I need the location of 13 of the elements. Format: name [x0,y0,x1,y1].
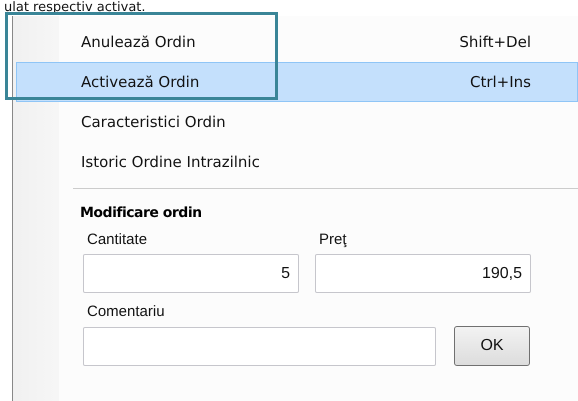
quantity-field[interactable]: 5 [83,254,299,293]
menu-item[interactable]: Anulează Ordin Shift+Del [16,22,578,62]
comment-field[interactable] [83,326,436,366]
group-title: Modificare ordin [79,205,203,221]
caption-text: ulat respectiv activat. [3,0,147,16]
field-label: Preţ [318,231,348,248]
field-label: Comentariu [86,303,166,320]
menu-item[interactable]: Caracteristici Ordin [16,102,578,142]
menu-item[interactable]: Activează Ordin Ctrl+Ins [16,62,578,102]
menu-item[interactable]: Istoric Ordine Intrazilnic [16,142,578,182]
price-field[interactable]: 190,5 [315,254,531,293]
ok-button[interactable]: OK [454,326,530,366]
field-label: Cantitate [86,231,148,248]
